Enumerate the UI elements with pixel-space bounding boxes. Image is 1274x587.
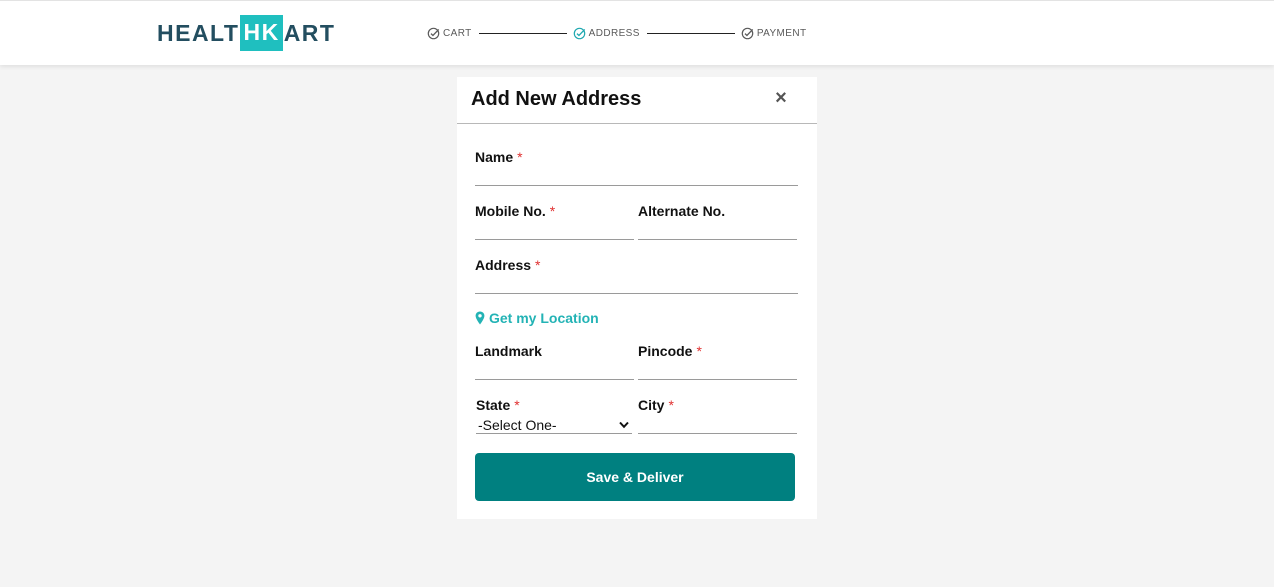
address-input[interactable]	[475, 275, 798, 293]
required-marker: *	[668, 397, 674, 413]
required-marker: *	[535, 257, 541, 273]
alternate-label-text: Alternate No.	[638, 203, 726, 219]
required-marker: *	[517, 149, 523, 165]
alternate-label: Alternate No.	[638, 203, 797, 219]
input-underline	[638, 239, 797, 240]
close-icon[interactable]: ×	[771, 87, 791, 109]
pincode-label: Pincode *	[638, 343, 797, 359]
city-label-text: City	[638, 397, 665, 413]
input-underline	[638, 433, 797, 434]
get-location-link[interactable]: Get my Location	[475, 310, 599, 326]
mobile-label: Mobile No. *	[475, 203, 634, 219]
step-cart: CART	[427, 27, 472, 40]
address-label: Address *	[475, 257, 798, 273]
landmark-input[interactable]	[475, 361, 634, 379]
logo-text-part1: HEALT	[157, 19, 240, 46]
name-label: Name *	[475, 149, 798, 165]
step-address: ADDRESS	[573, 27, 640, 40]
top-header: HEALT HK ART CART ADDRESS PAYMENT	[0, 0, 1274, 65]
input-underline	[475, 293, 798, 294]
check-circle-icon	[741, 27, 754, 39]
state-select[interactable]: -Select One-	[476, 416, 632, 434]
state-field: State *	[476, 397, 632, 415]
step-payment: PAYMENT	[741, 27, 807, 40]
input-underline	[475, 185, 798, 186]
address-label-text: Address	[475, 257, 532, 273]
step-connector	[646, 32, 735, 34]
input-underline	[475, 379, 634, 380]
step-connector	[478, 32, 567, 34]
save-deliver-button[interactable]: Save & Deliver	[475, 453, 795, 501]
mobile-label-text: Mobile No.	[475, 203, 546, 219]
state-label-text: State	[476, 397, 511, 413]
step-label: PAYMENT	[756, 27, 807, 39]
modal-header: Add New Address ×	[457, 77, 817, 124]
city-label: City *	[638, 397, 797, 413]
state-selected-value: -Select One-	[478, 416, 557, 433]
check-circle-icon	[427, 27, 440, 39]
check-circle-icon	[573, 27, 585, 39]
landmark-label: Landmark	[475, 343, 634, 359]
step-label: CART	[443, 27, 472, 39]
input-underline	[638, 379, 797, 380]
required-marker: *	[549, 203, 556, 219]
city-input[interactable]	[638, 415, 797, 433]
pincode-input[interactable]	[638, 361, 797, 379]
name-label-text: Name	[475, 149, 514, 165]
add-address-modal: Add New Address × Name * Mobile No. * Al…	[457, 77, 817, 519]
step-label: ADDRESS	[588, 27, 640, 39]
mobile-input[interactable]	[475, 221, 634, 239]
logo-text-part3: ART	[283, 19, 336, 46]
get-location-text: Get my Location	[489, 310, 599, 326]
chevron-down-icon	[619, 421, 629, 428]
name-input[interactable]	[475, 167, 798, 185]
state-label: State *	[476, 397, 632, 413]
healthkart-logo[interactable]: HEALT HK ART	[157, 14, 335, 52]
pincode-field: Pincode *	[638, 343, 797, 380]
input-underline	[475, 239, 634, 240]
city-field: City *	[638, 397, 797, 434]
landmark-field: Landmark	[475, 343, 634, 380]
logo-text-hk: HK	[240, 15, 283, 51]
checkout-progress: CART ADDRESS PAYMENT	[427, 25, 806, 41]
map-pin-icon	[475, 311, 485, 325]
address-field: Address *	[475, 257, 798, 294]
mobile-field: Mobile No. *	[475, 203, 634, 240]
pincode-label-text: Pincode	[638, 343, 693, 359]
alternate-field: Alternate No.	[638, 203, 797, 240]
modal-title: Add New Address	[471, 88, 642, 110]
required-marker: *	[514, 397, 520, 413]
landmark-label-text: Landmark	[475, 343, 542, 359]
name-field: Name *	[475, 149, 798, 186]
alternate-input[interactable]	[638, 221, 797, 239]
required-marker: *	[696, 343, 702, 359]
